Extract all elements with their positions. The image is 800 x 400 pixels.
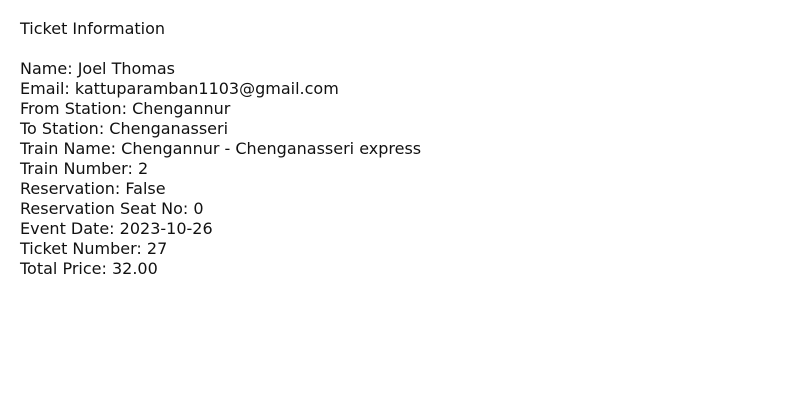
field-label: Reservation: <box>20 179 121 198</box>
field-reservation-seat-no: Reservation Seat No: 0 <box>20 199 800 219</box>
field-label: To Station: <box>20 119 105 138</box>
field-label: Event Date: <box>20 219 115 238</box>
field-value: Chenganasseri <box>109 119 229 138</box>
field-label: Email: <box>20 79 70 98</box>
field-label: Ticket Number: <box>20 239 142 258</box>
field-ticket-number: Ticket Number: 27 <box>20 239 800 259</box>
field-train-number: Train Number: 2 <box>20 159 800 179</box>
field-name: Name: Joel Thomas <box>20 59 800 79</box>
field-value: 2023-10-26 <box>119 219 213 238</box>
field-label: Total Price: <box>20 259 107 278</box>
field-total-price: Total Price: 32.00 <box>20 259 800 279</box>
field-label: Train Number: <box>20 159 133 178</box>
field-value: 32.00 <box>111 259 158 278</box>
field-value: False <box>125 179 166 198</box>
field-value: 0 <box>193 199 204 218</box>
field-email: Email: kattuparamban1103@gmail.com <box>20 79 800 99</box>
field-value: 2 <box>137 159 149 178</box>
field-label: Name: <box>20 59 73 78</box>
field-label: Reservation Seat No: <box>20 199 189 218</box>
field-event-date: Event Date: 2023-10-26 <box>20 219 800 239</box>
field-value: 27 <box>146 239 168 258</box>
field-train-name: Train Name: Chengannur - Chenganasseri e… <box>20 139 800 159</box>
field-label: Train Name: <box>20 139 117 158</box>
field-value: Chengannur - Chenganasseri express <box>121 139 422 158</box>
field-reservation: Reservation: False <box>20 179 800 199</box>
field-from-station: From Station: Chengannur <box>20 99 800 119</box>
field-label: From Station: <box>20 99 127 118</box>
field-to-station: To Station: Chenganasseri <box>20 119 800 139</box>
ticket-information-page: Ticket Information Name: Joel Thomas Ema… <box>0 0 800 400</box>
field-value: Chengannur <box>132 99 231 118</box>
field-value: kattuparamban1103@gmail.com <box>74 79 339 98</box>
field-value: Joel Thomas <box>77 59 175 78</box>
page-title: Ticket Information <box>20 19 166 38</box>
